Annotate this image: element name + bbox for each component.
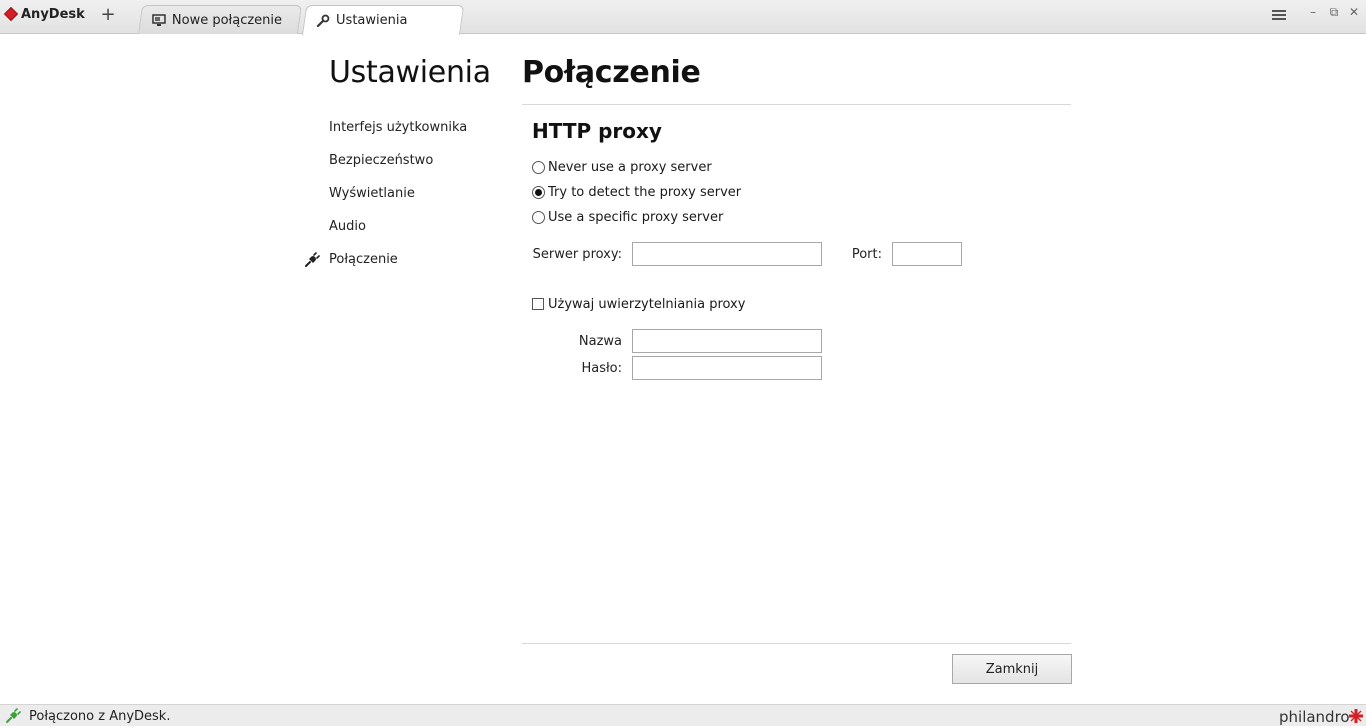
port-input[interactable] [892,242,962,266]
philandro-logo-icon [1349,709,1363,723]
minimize-button[interactable]: – [1306,5,1320,19]
status-text: Połączono z AnyDesk. [29,709,171,724]
hamburger-menu-icon[interactable] [1272,10,1286,22]
section-title-http-proxy: HTTP proxy [532,119,662,143]
maximize-button[interactable]: ⧉ [1327,5,1341,19]
radio-label: Try to detect the proxy server [548,184,742,200]
radio-button[interactable] [532,185,545,199]
password-input[interactable] [632,356,822,380]
name-label: Nazwa [578,334,622,349]
tab-new-connection[interactable]: Nowe połączenie [138,5,303,34]
tab-settings[interactable]: Ustawienia [302,5,465,35]
sidebar-item-display[interactable]: Wyświetlanie [329,186,415,201]
settings-title: Ustawienia [329,55,491,90]
tab-label: Nowe połączenie [171,12,283,28]
wrench-icon [316,14,330,27]
radio-button[interactable] [532,210,545,224]
close-window-button[interactable]: ✕ [1347,5,1361,19]
sidebar-item-audio[interactable]: Audio [329,219,366,234]
proxy-server-input[interactable] [632,242,822,266]
sidebar-item-security[interactable]: Bezpieczeństwo [329,153,433,168]
proxy-auth-checkbox-row[interactable]: Używaj uwierzytelniania proxy [532,296,745,312]
name-input[interactable] [632,329,822,353]
plug-icon [305,252,320,267]
anydesk-logo-icon [3,6,19,22]
app-brand[interactable]: AnyDesk [3,5,85,23]
radio-label: Use a specific proxy server [548,209,724,225]
sidebar-item-connection[interactable]: Połączenie [329,252,398,267]
password-label: Hasło: [581,361,622,376]
divider [522,643,1071,644]
proxy-auth-checkbox[interactable] [532,298,544,310]
app-brand-label: AnyDesk [21,6,85,22]
tab-label: Ustawienia [336,13,408,28]
proxy-server-label: Serwer proxy: [532,247,622,262]
monitor-icon [152,14,166,26]
page-title: Połączenie [522,55,701,90]
connected-plug-icon [6,708,21,723]
vendor-logo-text: philandro [1279,708,1350,726]
sidebar-item-user-interface[interactable]: Interfejs użytkownika [329,120,467,135]
divider [522,104,1071,105]
radio-button[interactable] [532,160,545,174]
port-label: Port: [851,247,882,262]
close-button[interactable]: Zamknij [952,654,1072,684]
radio-specific-proxy[interactable]: Use a specific proxy server [532,209,723,225]
radio-label: Never use a proxy server [548,159,712,175]
status-bar: Połączono z AnyDesk. philandro [0,704,1366,726]
title-bar: AnyDesk + Nowe połączenie Ustawienia – ⧉… [0,0,1366,35]
proxy-auth-label: Używaj uwierzytelniania proxy [548,296,746,312]
new-tab-button[interactable]: + [100,6,116,26]
radio-never-use-proxy[interactable]: Never use a proxy server [532,159,712,175]
radio-detect-proxy[interactable]: Try to detect the proxy server [532,184,741,200]
